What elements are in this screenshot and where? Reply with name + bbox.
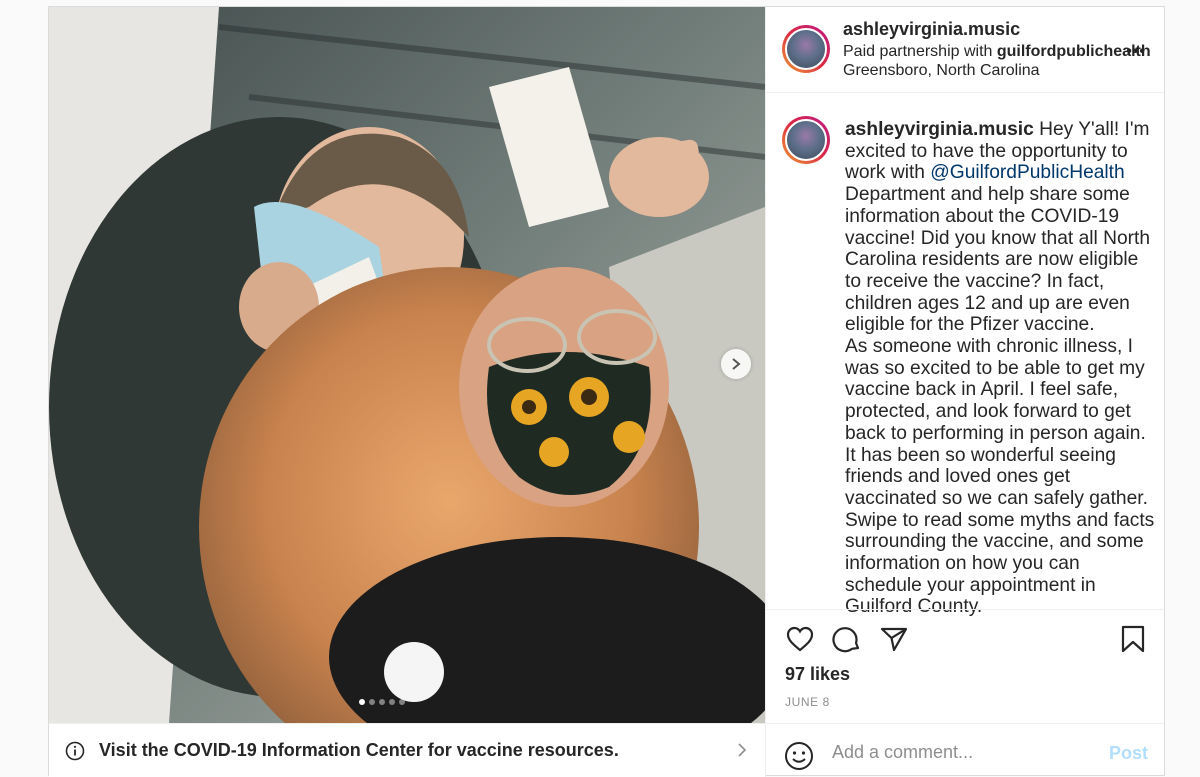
carousel-dot bbox=[379, 699, 385, 705]
post-card: Visit the COVID-19 Information Center fo… bbox=[48, 6, 1166, 777]
post-sidebar: ashleyvirginia.music Paid partnership wi… bbox=[765, 7, 1166, 777]
share-icon[interactable] bbox=[879, 624, 909, 654]
action-bar: 97 likes JUNE 8 bbox=[766, 609, 1166, 723]
emoji-icon[interactable] bbox=[784, 741, 814, 771]
info-icon bbox=[65, 741, 85, 760]
comment-input[interactable] bbox=[832, 735, 1092, 769]
post-username[interactable]: ashleyvirginia.music bbox=[843, 19, 1020, 40]
comment-icon[interactable] bbox=[832, 624, 862, 654]
post-date[interactable]: JUNE 8 bbox=[785, 695, 830, 709]
carousel-dot bbox=[389, 699, 395, 705]
carousel-dot bbox=[369, 699, 375, 705]
partnership-prefix: Paid partnership with bbox=[843, 43, 997, 60]
caption-paragraph: As someone with chronic illness, I was s… bbox=[845, 336, 1148, 509]
post-location[interactable]: Greensboro, North Carolina bbox=[843, 62, 1040, 80]
chevron-right-icon bbox=[732, 358, 741, 370]
likes-count[interactable]: 97 likes bbox=[785, 664, 850, 685]
caption-text: ashleyvirginia.music Hey Y'all! I'm exci… bbox=[845, 119, 1157, 618]
caption-paragraph: Swipe to read some myths and facts surro… bbox=[845, 509, 1155, 618]
caption-body: Department and help share some informati… bbox=[845, 184, 1151, 336]
post-media[interactable] bbox=[49, 7, 765, 723]
more-options-button[interactable]: ••• bbox=[1126, 43, 1146, 61]
caption-area: ashleyvirginia.music Hey Y'all! I'm exci… bbox=[766, 93, 1166, 617]
heart-icon[interactable] bbox=[785, 624, 815, 654]
covid-info-text: Visit the COVID-19 Information Center fo… bbox=[99, 740, 619, 760]
paid-partnership-label: Paid partnership with guilfordpublicheal… bbox=[843, 43, 1151, 61]
caption-avatar[interactable] bbox=[782, 116, 830, 164]
caption-username[interactable]: ashleyvirginia.music bbox=[845, 119, 1034, 140]
carousel-dot bbox=[399, 699, 405, 705]
mention-link[interactable]: @GuilfordPublicHealth bbox=[930, 162, 1124, 183]
avatar[interactable] bbox=[782, 25, 830, 73]
covid-info-banner[interactable]: Visit the COVID-19 Information Center fo… bbox=[49, 723, 765, 777]
carousel-indicator bbox=[359, 699, 405, 705]
post-header: ashleyvirginia.music Paid partnership wi… bbox=[766, 7, 1166, 93]
selfie-photo bbox=[49, 7, 765, 723]
comment-bar: Post bbox=[766, 723, 1166, 777]
bookmark-icon[interactable] bbox=[1118, 624, 1148, 654]
next-image-button[interactable] bbox=[721, 349, 751, 379]
carousel-dot bbox=[359, 699, 365, 705]
chevron-right-icon bbox=[738, 743, 747, 757]
post-comment-button[interactable]: Post bbox=[1109, 743, 1148, 764]
